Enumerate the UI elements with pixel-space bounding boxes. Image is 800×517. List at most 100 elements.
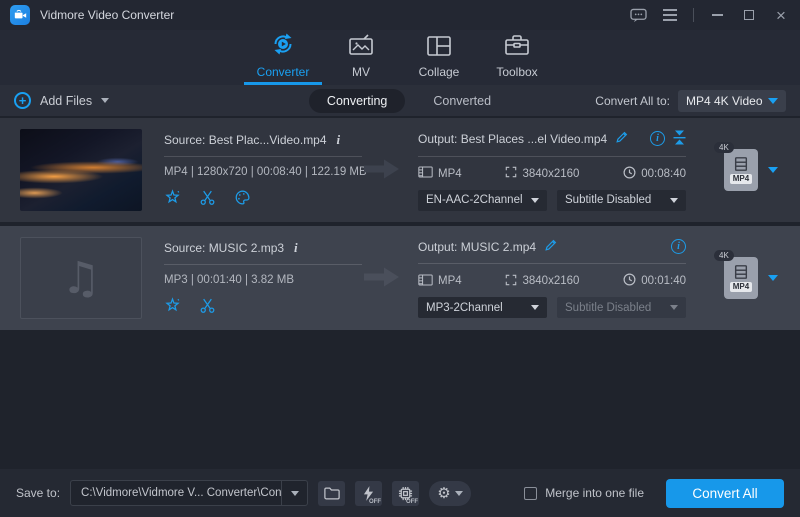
clock-icon (623, 166, 636, 182)
path-dropdown-icon[interactable] (281, 481, 307, 505)
divider (418, 263, 686, 264)
minimize-button[interactable] (708, 6, 726, 24)
feedback-icon[interactable] (629, 6, 647, 24)
4k-badge: 4K (714, 250, 734, 261)
tab-converter[interactable]: Converter (244, 30, 322, 85)
output-resolution: 3840x2160 (522, 275, 580, 287)
film-icon (418, 166, 433, 181)
clock-icon (623, 273, 636, 289)
gpu-acceleration-toggle[interactable]: OFF (392, 480, 420, 506)
add-files-button[interactable]: + Add Files (14, 92, 110, 109)
save-path-field[interactable]: C:\Vidmore\Vidmore V... Converter\Conver… (70, 480, 309, 506)
merge-checkbox[interactable] (524, 486, 538, 500)
tab-mv[interactable]: MV (322, 30, 400, 85)
window-controls: × (629, 6, 790, 24)
audio-thumbnail: ♫ (20, 237, 142, 319)
output-name: Output: Best Places ...el Video.mp4 (418, 131, 608, 146)
main-nav: Converter MV Collage Toolbox (0, 30, 800, 85)
titlebar: Vidmore Video Converter × (0, 0, 800, 30)
file-row-video[interactable]: Source: Best Plac...Video.mp4 i MP4 | 12… (0, 118, 800, 222)
gear-icon: ⚙ (437, 483, 451, 502)
edit-effects-icon[interactable] (164, 296, 181, 317)
high-speed-off-label: OFF (369, 498, 382, 505)
format-file-icon[interactable]: 4K MP4 (714, 250, 758, 299)
output-resolution: 3840x2160 (522, 167, 580, 180)
cut-icon[interactable] (199, 189, 216, 209)
source-column: Source: MUSIC 2.mp3 i MP3 | 00:01:40 | 3… (164, 240, 362, 317)
edit-effects-icon[interactable] (164, 188, 181, 209)
tab-toolbox[interactable]: Toolbox (478, 30, 556, 85)
chevron-down-icon (531, 305, 539, 310)
row-tools (164, 296, 362, 317)
plus-icon: + (14, 92, 31, 109)
tab-mv-label: MV (352, 65, 370, 79)
tab-collage[interactable]: Collage (400, 30, 478, 85)
add-files-label: Add Files (40, 93, 93, 108)
chevron-down-icon (454, 490, 463, 496)
output-format-value: MP4 4K Video (686, 93, 763, 108)
compress-icon[interactable] (673, 130, 686, 148)
file-row-audio[interactable]: ♫ Source: MUSIC 2.mp3 i MP3 | 00:01:40 |… (0, 226, 800, 330)
tab-converter-label: Converter (256, 65, 310, 79)
app-window: Vidmore Video Converter × Converter MV C… (0, 0, 800, 517)
format-dropdown-icon[interactable] (768, 275, 778, 281)
format-selector: 4K MP4 (714, 250, 784, 299)
music-note-icon: ♫ (61, 252, 101, 304)
tab-converted[interactable]: Converted (433, 94, 491, 108)
chevron-down-icon (101, 98, 110, 103)
palette-icon[interactable] (234, 189, 251, 209)
output-format-dropdown[interactable]: MP4 4K Video (678, 89, 786, 112)
output-info-icon[interactable]: i (650, 131, 665, 146)
source-name: Source: Best Plac...Video.mp4 (164, 132, 327, 147)
subtitle-dropdown[interactable]: Subtitle Disabled (557, 189, 686, 211)
mv-icon (348, 33, 374, 60)
save-to-label: Save to: (16, 486, 61, 500)
film-icon (418, 274, 433, 289)
menu-icon[interactable] (661, 6, 679, 24)
source-name: Source: MUSIC 2.mp3 (164, 240, 285, 255)
merge-label: Merge into one file (545, 486, 644, 500)
audio-track-value: MP3-2Channel (426, 301, 503, 314)
audio-track-dropdown[interactable]: EN-AAC-2Channel (418, 189, 547, 211)
bottom-bar: Save to: C:\Vidmore\Vidmore V... Convert… (0, 469, 800, 517)
video-thumbnail (20, 129, 142, 211)
format-dropdown-icon[interactable] (768, 167, 778, 173)
audio-track-dropdown[interactable]: MP3-2Channel (418, 297, 547, 318)
settings-button[interactable]: ⚙ (429, 480, 472, 506)
source-column: Source: Best Plac...Video.mp4 i MP4 | 12… (164, 132, 367, 209)
rename-icon[interactable] (615, 130, 629, 147)
tab-toolbox-label: Toolbox (496, 65, 538, 79)
open-folder-button[interactable] (318, 480, 346, 506)
cut-icon[interactable] (199, 297, 216, 317)
chevron-down-icon (670, 197, 678, 203)
titlebar-separator (693, 8, 694, 22)
output-info-icon[interactable]: i (671, 239, 686, 254)
rename-icon[interactable] (544, 238, 558, 255)
app-logo-icon (10, 5, 30, 25)
gpu-off-label: OFF (406, 498, 419, 505)
close-button[interactable]: × (772, 6, 790, 24)
convert-all-button[interactable]: Convert All (666, 478, 784, 508)
toolbox-icon (504, 33, 530, 60)
maximize-button[interactable] (740, 6, 758, 24)
output-duration: 00:08:40 (641, 167, 686, 180)
output-name: Output: MUSIC 2.mp4 (418, 239, 537, 254)
chevron-down-icon (768, 97, 778, 104)
source-info-icon[interactable]: i (294, 240, 298, 256)
high-speed-toggle[interactable]: OFF (355, 480, 383, 506)
toolbar: + Add Files Converting Converted Convert… (0, 85, 800, 116)
divider (164, 263, 362, 265)
format-file-icon[interactable]: 4K MP4 (714, 142, 758, 191)
source-info-icon[interactable]: i (337, 132, 341, 148)
output-format: MP4 (438, 275, 462, 287)
format-selector: 4K MP4 (714, 142, 784, 191)
subtitle-value: Subtitle Disabled (565, 194, 652, 206)
convert-all-to-label: Convert All to: (595, 93, 670, 108)
subtitle-dropdown-disabled: Subtitle Disabled (557, 297, 686, 318)
divider (418, 155, 686, 157)
save-path-value: C:\Vidmore\Vidmore V... Converter\Conver… (81, 487, 282, 499)
tab-collage-label: Collage (418, 65, 460, 79)
source-meta: MP4 | 1280x720 | 00:08:40 | 122.19 MB (164, 165, 367, 178)
tab-converting[interactable]: Converting (308, 88, 406, 113)
window-title: Vidmore Video Converter (40, 8, 175, 22)
